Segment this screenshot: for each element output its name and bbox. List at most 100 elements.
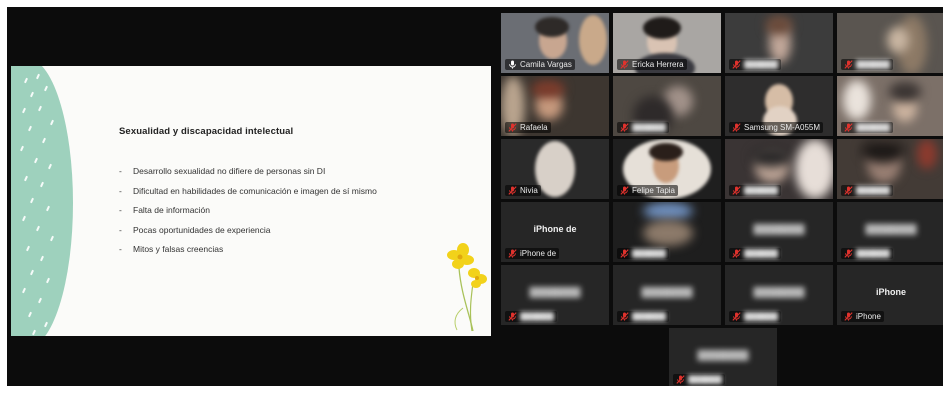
participant-name: iPhone <box>856 312 881 321</box>
participant-name: Ericka Herrera <box>632 60 684 69</box>
video-shape <box>535 17 569 37</box>
participant-name: ██████ <box>632 249 667 258</box>
muted-mic-icon <box>732 312 741 321</box>
muted-mic-icon <box>732 249 741 258</box>
participant-name: ██████ <box>744 60 779 69</box>
participant-name: iPhone de <box>520 249 557 258</box>
muted-mic-icon <box>676 375 685 384</box>
video-shape <box>765 15 793 35</box>
muted-mic-icon <box>844 60 853 69</box>
participant-tile[interactable]: Ericka Herrera <box>613 13 721 73</box>
flower-illustration <box>447 243 487 332</box>
muted-mic-icon <box>508 312 517 321</box>
participant-tile[interactable]: Samsung SM-A055M <box>725 76 833 136</box>
video-call-window: Sexualidad y discapacidad intelectual -D… <box>7 7 943 386</box>
participant-tile[interactable]: Rafaela <box>501 76 609 136</box>
slide-bullet: - Dificultad en habilidades de comunicaci… <box>119 185 377 196</box>
participant-nameplate: ██████ <box>841 185 894 196</box>
participant-name: ██████ <box>632 312 667 321</box>
participant-display-name: iPhone de <box>533 224 577 234</box>
participant-nameplate: ██████ <box>617 311 670 322</box>
participant-display-name: ████████ <box>753 287 805 297</box>
muted-mic-icon <box>620 123 629 132</box>
participant-tile[interactable]: iPhone iPhone <box>837 265 943 325</box>
slide-title: Sexualidad y discapacidad intelectual <box>119 126 294 137</box>
participant-display-name: ████████ <box>641 287 693 297</box>
video-shape <box>861 139 905 163</box>
muted-mic-icon <box>508 186 517 195</box>
participant-name: ██████ <box>856 249 891 258</box>
video-shape <box>579 15 607 65</box>
slide-bullet: - Mitos y falsas creencias <box>119 244 224 254</box>
participant-name: ██████ <box>744 312 779 321</box>
participant-nameplate: ██████ <box>673 374 726 385</box>
participant-nameplate: ██████ <box>729 59 782 70</box>
participant-display-name: ████████ <box>697 350 749 360</box>
video-shape <box>531 80 565 98</box>
participant-name: Samsung SM-A055M <box>744 123 821 132</box>
participant-nameplate: ██████ <box>841 122 894 133</box>
participant-name: ██████ <box>856 123 891 132</box>
slide-bullet-list: - Desarrollo sexualidad no difiere de per… <box>119 166 377 264</box>
participant-display-name: ████████ <box>529 287 581 297</box>
video-shape <box>643 17 681 39</box>
participant-nameplate: iPhone de <box>505 248 560 259</box>
video-shape <box>887 27 909 53</box>
participant-name: ██████ <box>632 123 667 132</box>
participant-tile[interactable]: ██████ <box>725 13 833 73</box>
participant-tile[interactable]: ████████ ██████ <box>501 265 609 325</box>
participant-display-name: ████████ <box>753 224 805 234</box>
participant-tile[interactable]: ████████ ██████ <box>837 202 943 262</box>
participant-display-name: ████████ <box>865 224 917 234</box>
participant-gallery: Camila Vargas Ericka Herrera ██████ ██████ R… <box>501 13 943 386</box>
participant-name: Camila Vargas <box>520 60 572 69</box>
participant-nameplate: ██████ <box>617 122 670 133</box>
video-shape <box>843 80 871 120</box>
video-shape <box>917 139 937 169</box>
video-shape <box>889 82 921 102</box>
participant-tile[interactable]: ████████ ██████ <box>725 202 833 262</box>
muted-mic-icon <box>844 249 853 258</box>
muted-mic-icon <box>620 60 629 69</box>
participant-nameplate: Felipe Tapia <box>617 185 678 196</box>
video-shape <box>535 141 575 197</box>
participant-name: ██████ <box>688 375 723 384</box>
video-shape <box>751 147 791 167</box>
participant-name: ██████ <box>520 312 555 321</box>
participant-tile[interactable]: ██████ <box>613 76 721 136</box>
participant-tile[interactable]: Felipe Tapia <box>613 139 721 199</box>
participant-tile[interactable]: ██████ <box>837 139 943 199</box>
participant-tile[interactable]: ████████ ██████ <box>613 265 721 325</box>
slide-bullet: - Falta de información <box>119 205 211 215</box>
muted-mic-icon <box>732 123 741 132</box>
muted-mic-icon <box>620 249 629 258</box>
mic-icon <box>508 60 517 69</box>
muted-mic-icon <box>620 186 629 195</box>
video-shape <box>643 202 693 220</box>
participant-nameplate: ██████ <box>617 248 670 259</box>
participant-name: Nivia <box>520 186 538 195</box>
slide-bullet: - Desarrollo sexualidad no difiere de per… <box>119 166 326 176</box>
participant-name: Rafaela <box>520 123 548 132</box>
muted-mic-icon <box>620 312 629 321</box>
participant-nameplate: Camila Vargas <box>505 59 575 70</box>
participant-nameplate: ██████ <box>729 248 782 259</box>
participant-nameplate: iPhone <box>841 311 884 322</box>
participant-tile[interactable]: Nivia <box>501 139 609 199</box>
participant-tile[interactable]: ████████ ██████ <box>725 265 833 325</box>
participant-tile[interactable]: ████████ ██████ <box>669 328 777 386</box>
participant-name: ██████ <box>856 186 891 195</box>
muted-mic-icon <box>732 60 741 69</box>
participant-nameplate: ██████ <box>729 311 782 322</box>
participant-tile[interactable]: ██████ <box>725 139 833 199</box>
participant-tile[interactable]: iPhone de iPhone de <box>501 202 609 262</box>
participant-tile[interactable]: Camila Vargas <box>501 13 609 73</box>
participant-tile[interactable]: ██████ <box>837 13 943 73</box>
participant-name: ██████ <box>856 60 891 69</box>
participant-tile[interactable]: ██████ <box>837 76 943 136</box>
participant-nameplate: ██████ <box>841 248 894 259</box>
slide-bullet: - Pocas oportunidades de experiencia <box>119 224 271 235</box>
muted-mic-icon <box>508 123 517 132</box>
muted-mic-icon <box>844 312 853 321</box>
participant-tile[interactable]: ██████ <box>613 202 721 262</box>
